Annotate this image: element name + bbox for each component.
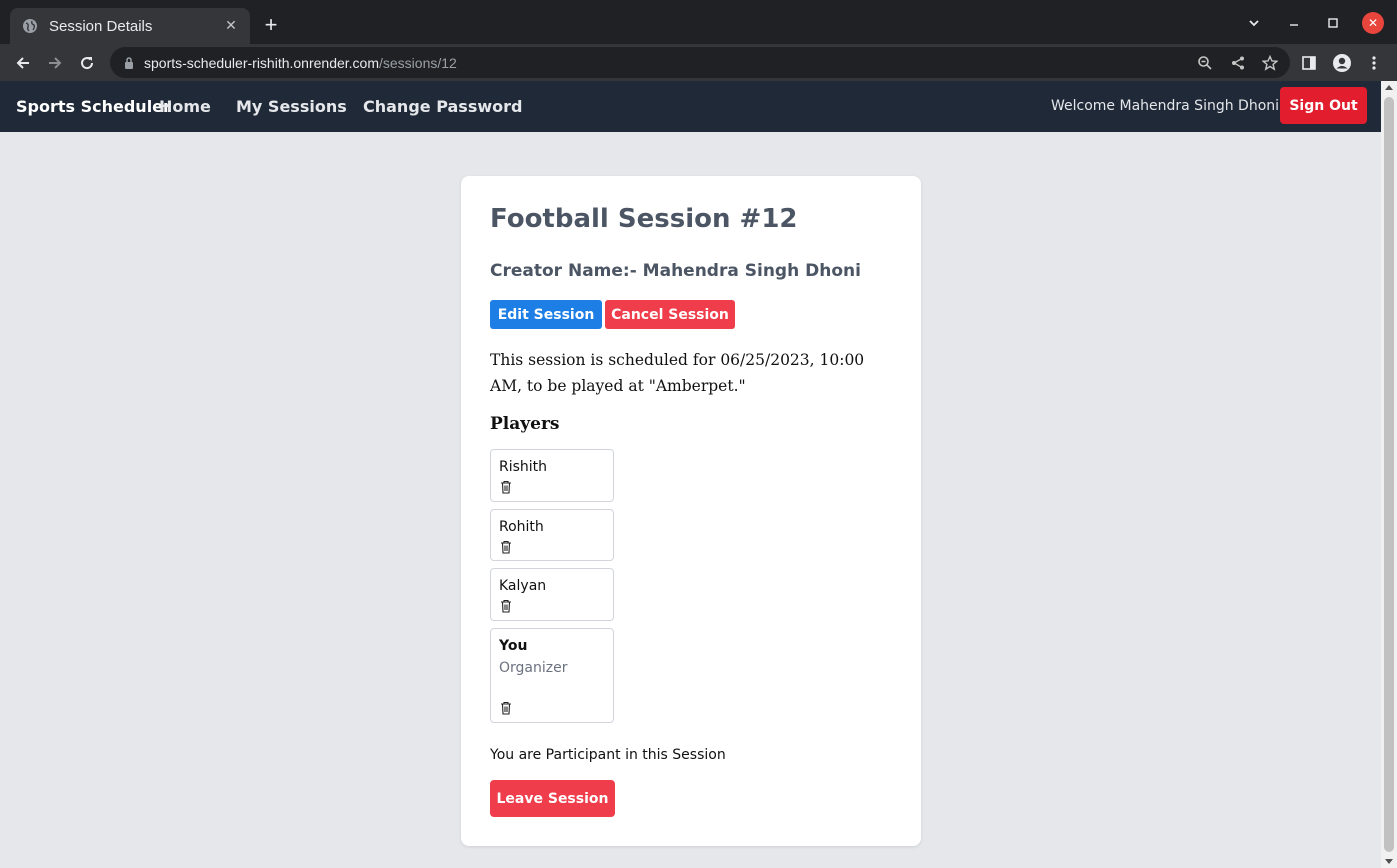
page-scrollbar[interactable]	[1381, 81, 1397, 868]
url-text: sports-scheduler-rishith.onrender.com/se…	[144, 55, 457, 71]
player-name: You	[499, 638, 528, 654]
browser-tab[interactable]: Session Details ✕	[10, 8, 250, 44]
player-card: Rishith	[490, 449, 614, 502]
scroll-up-arrow[interactable]	[1385, 85, 1393, 90]
lock-icon[interactable]	[122, 56, 136, 70]
address-bar[interactable]: sports-scheduler-rishith.onrender.com/se…	[110, 47, 1290, 78]
cancel-session-button[interactable]: Cancel Session	[605, 300, 735, 329]
player-name: Rohith	[499, 519, 544, 535]
trash-icon[interactable]	[499, 598, 512, 613]
app-navbar: Sports Scheduler Home My Sessions Change…	[0, 81, 1381, 132]
browser-toolbar: sports-scheduler-rishith.onrender.com/se…	[0, 44, 1397, 81]
page-title: Football Session #12	[490, 204, 798, 234]
url-path: /sessions/12	[379, 54, 457, 71]
globe-icon	[22, 18, 38, 34]
star-icon[interactable]	[1261, 54, 1279, 72]
brand[interactable]: Sports Scheduler	[16, 97, 171, 116]
participant-status: You are Participant in this Session	[490, 747, 726, 763]
menu-icon[interactable]	[1363, 52, 1385, 74]
nav-link-home[interactable]: Home	[159, 97, 211, 116]
url-host: sports-scheduler-rishith.onrender.com	[144, 54, 379, 71]
player-card: Kalyan	[490, 568, 614, 621]
tab-title: Session Details	[49, 17, 153, 35]
nav-link-my-sessions[interactable]: My Sessions	[236, 97, 347, 116]
maximize-icon[interactable]	[1322, 12, 1344, 34]
player-name: Kalyan	[499, 578, 547, 594]
scroll-thumb[interactable]	[1384, 97, 1394, 852]
side-panel-icon[interactable]	[1298, 52, 1320, 74]
sign-out-button[interactable]: Sign Out	[1280, 87, 1367, 124]
scroll-down-arrow[interactable]	[1385, 859, 1393, 864]
reload-icon[interactable]	[75, 51, 99, 75]
close-icon[interactable]: ✕	[1362, 12, 1384, 34]
minimize-icon[interactable]	[1283, 12, 1305, 34]
back-icon[interactable]	[11, 51, 35, 75]
close-icon[interactable]: ✕	[222, 17, 240, 35]
session-description: This session is scheduled for 06/25/2023…	[490, 351, 865, 395]
profile-icon[interactable]	[1331, 52, 1353, 74]
player-role: Organizer	[499, 660, 568, 676]
browser-tabstrip: Session Details ✕ + ✕	[0, 0, 1397, 44]
players-heading: Players	[490, 414, 560, 434]
share-icon[interactable]	[1229, 54, 1247, 72]
trash-icon[interactable]	[499, 479, 512, 494]
player-name: Rishith	[499, 459, 548, 475]
session-card: Football Session #12 Creator Name:- Mahe…	[461, 176, 921, 846]
chevron-down-icon[interactable]	[1243, 12, 1265, 34]
creator-name: Creator Name:- Mahendra Singh Dhoni	[490, 261, 861, 281]
forward-icon[interactable]	[43, 51, 67, 75]
nav-link-change-password[interactable]: Change Password	[363, 97, 522, 116]
welcome-text: Welcome Mahendra Singh Dhoni	[1051, 98, 1280, 114]
player-card: Rohith	[490, 509, 614, 561]
leave-session-button[interactable]: Leave Session	[490, 780, 615, 817]
edit-session-button[interactable]: Edit Session	[490, 300, 602, 329]
trash-icon[interactable]	[499, 539, 512, 554]
trash-icon[interactable]	[499, 700, 512, 715]
plus-icon[interactable]: +	[260, 12, 282, 37]
zoom-icon[interactable]	[1196, 54, 1214, 72]
player-card: You Organizer	[490, 628, 614, 723]
